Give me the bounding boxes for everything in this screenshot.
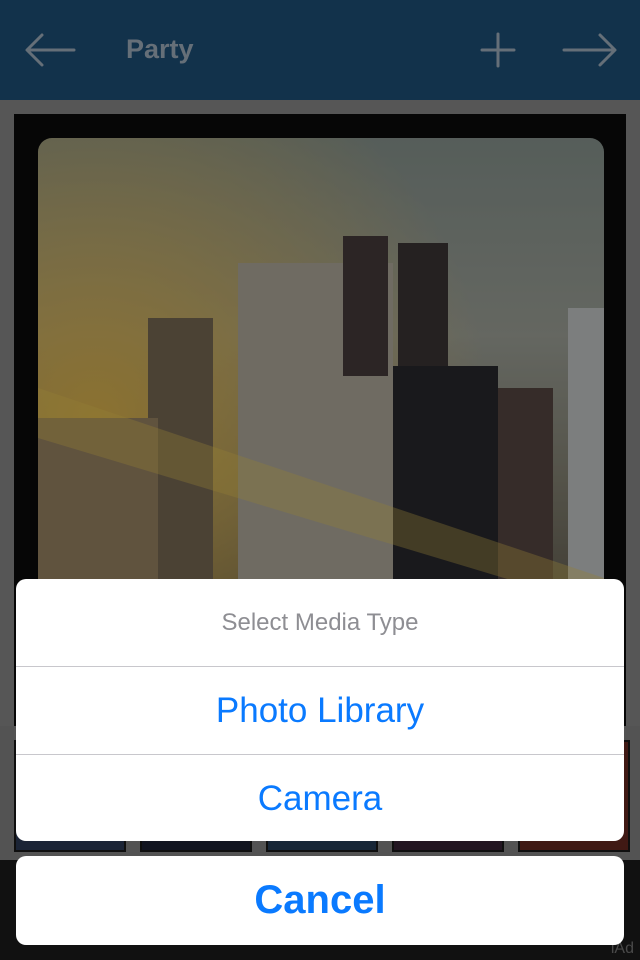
cancel-button[interactable]: Cancel: [16, 856, 624, 945]
camera-button[interactable]: Camera: [16, 754, 624, 841]
action-sheet-title: Select Media Type: [221, 608, 419, 636]
action-sheet: Select Media Type Photo Library Camera: [16, 579, 624, 841]
photo-library-button[interactable]: Photo Library: [16, 666, 624, 754]
